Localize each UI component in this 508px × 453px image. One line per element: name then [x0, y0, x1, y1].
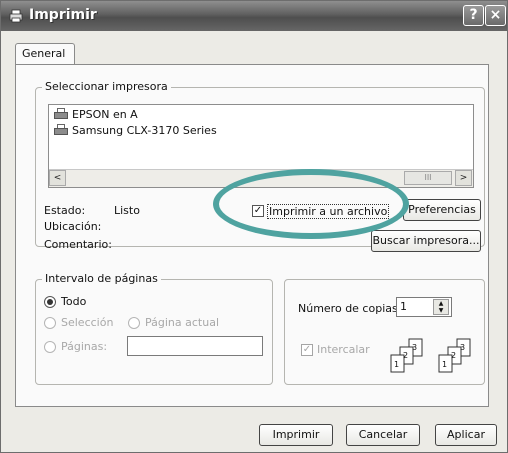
close-button[interactable]: ×	[485, 5, 506, 26]
current-page-label[interactable]: Página actual	[145, 316, 219, 329]
printer-name: EPSON en A	[72, 107, 138, 121]
print-button[interactable]: Imprimir	[259, 424, 333, 446]
printer-select-group: Seleccionar impresora EPSON en A Samsung…	[35, 80, 485, 252]
printer-icon	[9, 9, 23, 23]
spin-up-icon[interactable]: ▲	[434, 300, 448, 307]
print-to-file-checkbox[interactable]: ✓	[252, 205, 264, 217]
page-number: 3	[460, 343, 465, 352]
page-number: 3	[412, 343, 417, 352]
apply-button[interactable]: Aplicar	[435, 424, 497, 446]
pages-label[interactable]: Páginas:	[61, 340, 107, 353]
current-page-radio[interactable]	[128, 317, 140, 329]
copies-spinner[interactable]: ▲ ▼	[433, 299, 449, 315]
printer-icon	[53, 107, 69, 121]
copies-group: Número de copias: 1 ▲ ▼ ✓ Intercalar 3 2…	[284, 279, 485, 385]
status-label: Estado:	[44, 204, 86, 217]
location-label: Ubicación:	[44, 220, 102, 233]
page-number: 1	[394, 360, 399, 369]
window-title: Imprimir	[29, 7, 97, 23]
page-number: 2	[403, 351, 408, 360]
pages-input[interactable]	[127, 336, 263, 356]
find-printer-button[interactable]: Buscar impresora...	[371, 230, 481, 252]
printer-item-samsung[interactable]: Samsung CLX-3170 Series	[53, 122, 217, 138]
page-range-label: Intervalo de páginas	[42, 272, 161, 285]
page-number: 2	[451, 351, 456, 360]
all-pages-radio[interactable]	[44, 296, 56, 308]
title-bar: Imprimir ? ×	[1, 1, 507, 31]
printer-select-label: Seleccionar impresora	[42, 80, 171, 93]
horizontal-scrollbar[interactable]: < III >	[49, 169, 473, 187]
help-button[interactable]: ?	[463, 5, 484, 26]
general-panel: Seleccionar impresora EPSON en A Samsung…	[15, 64, 489, 407]
collate-checkbox[interactable]: ✓	[301, 344, 313, 356]
collate-illustration-icon: 3 2 1 3 2 1	[390, 338, 471, 373]
cancel-button[interactable]: Cancelar	[346, 424, 420, 446]
spin-down-icon[interactable]: ▼	[434, 307, 448, 314]
scroll-thumb[interactable]: III	[404, 171, 452, 185]
scroll-left-button[interactable]: <	[49, 170, 66, 186]
selection-label[interactable]: Selección	[61, 316, 113, 329]
preferences-button[interactable]: Preferencias	[403, 199, 481, 221]
copies-label: Número de copias:	[298, 302, 402, 315]
printer-name: Samsung CLX-3170 Series	[72, 123, 217, 137]
tab-general[interactable]: General	[15, 43, 75, 65]
page-number: 1	[442, 360, 447, 369]
printer-item-epson[interactable]: EPSON en A	[53, 106, 138, 122]
status-value: Listo	[114, 204, 140, 217]
print-dialog: Imprimir ? × General Seleccionar impreso…	[0, 0, 508, 453]
pages-radio[interactable]	[44, 341, 56, 353]
print-to-file-label[interactable]: Imprimir a un archivo	[267, 204, 390, 219]
printer-list[interactable]: EPSON en A Samsung CLX-3170 Series < III…	[48, 104, 474, 188]
printer-icon	[53, 123, 69, 137]
comment-label: Comentario:	[44, 238, 112, 251]
page-range-group: Intervalo de páginas Todo Selección Pági…	[35, 272, 273, 385]
collate-label[interactable]: Intercalar	[317, 343, 370, 356]
all-pages-label[interactable]: Todo	[61, 295, 86, 308]
selection-radio[interactable]	[44, 317, 56, 329]
scroll-right-button[interactable]: >	[455, 170, 472, 186]
